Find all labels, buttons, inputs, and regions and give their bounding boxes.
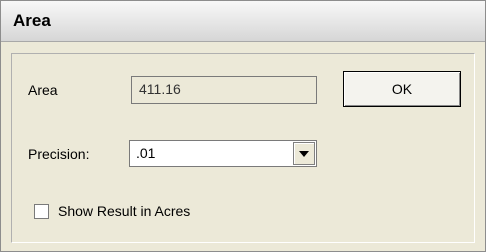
- area-label: Area: [28, 82, 58, 98]
- title-bar[interactable]: Area: [1, 1, 485, 42]
- dialog-title: Area: [13, 11, 51, 30]
- area-dialog: Area Area 411.16 OK Precision: .01 Show …: [0, 0, 486, 252]
- chevron-down-icon: [299, 151, 309, 157]
- precision-label: Precision:: [28, 146, 90, 162]
- show-acres-checkbox[interactable]: [34, 204, 49, 219]
- precision-dropdown-button[interactable]: [293, 142, 315, 165]
- precision-selected-value: .01: [136, 145, 156, 161]
- ok-button[interactable]: OK: [343, 71, 461, 107]
- show-acres-label[interactable]: Show Result in Acres: [58, 203, 190, 219]
- area-value: 411.16: [139, 81, 181, 97]
- precision-select[interactable]: .01: [129, 140, 317, 167]
- area-value-field: 411.16: [131, 76, 317, 104]
